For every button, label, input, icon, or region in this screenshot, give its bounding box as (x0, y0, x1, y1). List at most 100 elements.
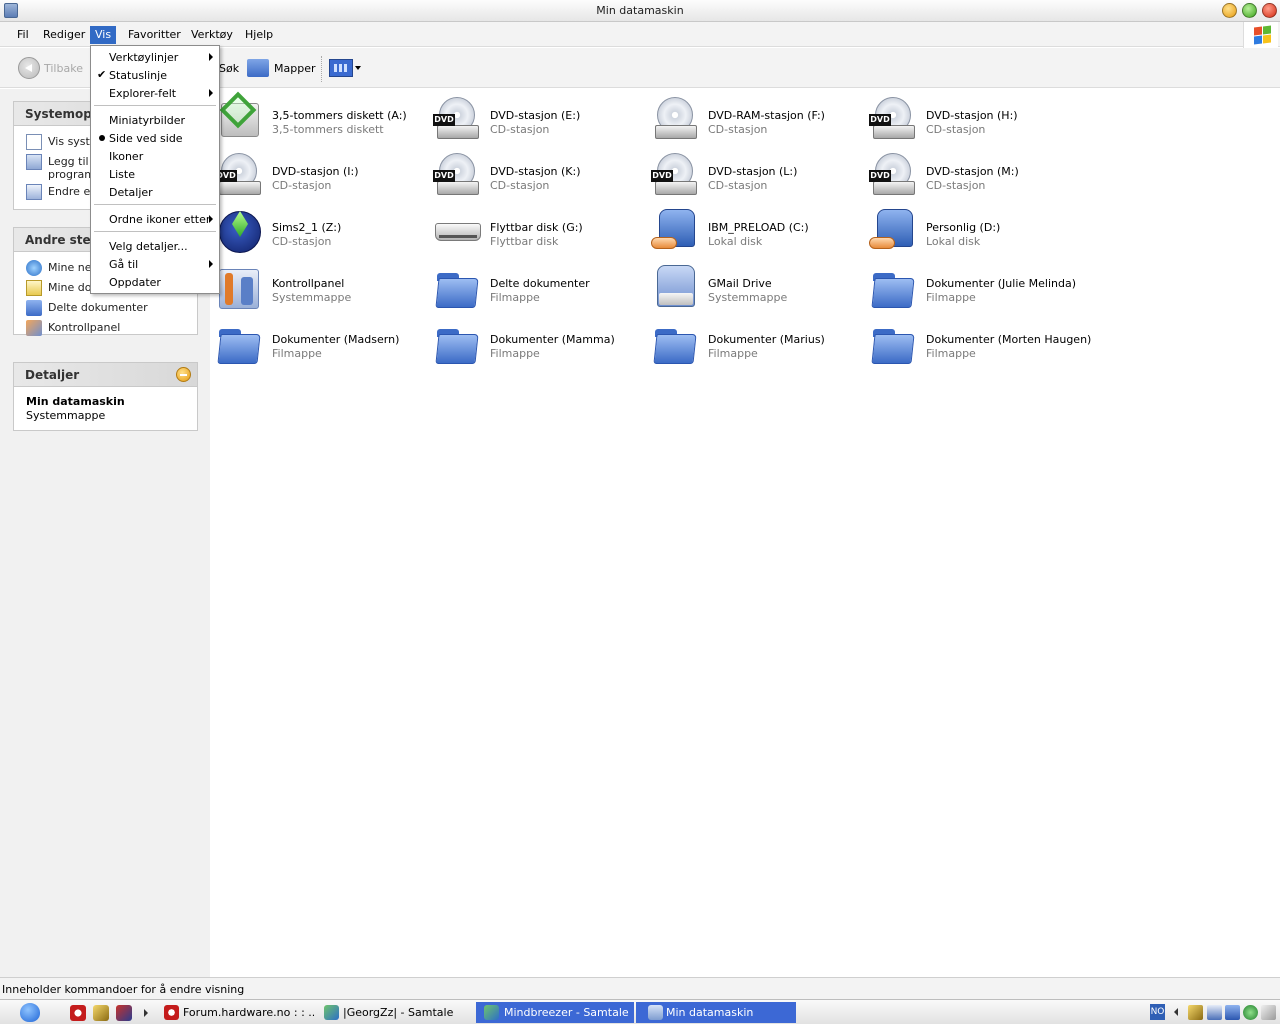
item-type: Filmappe (926, 291, 976, 304)
view-menu-item[interactable]: Ordne ikoner etter (92, 210, 218, 228)
drive-item[interactable]: Delte dokumenter Filmappe (433, 263, 643, 317)
folder-icon (869, 263, 917, 311)
folder-icon (215, 319, 263, 367)
window-title: Min datamaskin (596, 4, 684, 17)
toolbar-separator (321, 56, 322, 82)
close-button[interactable] (1262, 3, 1277, 18)
item-type: Lokal disk (708, 235, 763, 248)
status-text: Inneholder kommandoer for å endre visnin… (2, 983, 245, 996)
drive-item[interactable]: DVD-RAM-stasjon (F:) CD-stasjon (651, 95, 861, 149)
menu-hjelp[interactable]: Hjelp (240, 26, 278, 44)
drive-item[interactable]: DVD DVD-stasjon (L:) CD-stasjon (651, 151, 861, 205)
other-places-title: Andre sted (25, 233, 100, 247)
tray-globe-icon[interactable] (1243, 1005, 1258, 1020)
system-info-icon (26, 134, 42, 150)
folder-icon (433, 319, 481, 367)
view-menu-item[interactable]: Liste (92, 165, 218, 183)
views-dropdown-arrow-icon[interactable] (355, 66, 361, 70)
view-menu-item[interactable]: Detaljer (92, 183, 218, 201)
task-label: |GeorgZz| - Samtale (343, 1006, 454, 1019)
dvd-drive-icon: DVD (433, 95, 481, 143)
tray-tools-icon[interactable] (1188, 1005, 1203, 1020)
view-menu-item[interactable]: Ikoner (92, 147, 218, 165)
language-indicator[interactable]: NO (1150, 1004, 1165, 1020)
taskbar-task-min-datamaskin[interactable]: Min datamaskin (636, 1002, 796, 1023)
item-type: CD-stasjon (272, 235, 332, 248)
start-icon[interactable] (20, 1003, 40, 1022)
drive-item[interactable]: Flyttbar disk (G:) Flyttbar disk (433, 207, 643, 261)
drive-item[interactable]: 3,5-tommers diskett (A:) 3,5-tommers disk… (215, 91, 425, 149)
search-button[interactable]: Søk (219, 62, 239, 75)
tray-expand-icon[interactable] (1174, 1008, 1178, 1016)
menu-separator (94, 204, 216, 205)
menu-rediger[interactable]: Rediger (38, 26, 90, 44)
floppy-icon (215, 91, 263, 143)
drive-item[interactable]: DVD DVD-stasjon (K:) CD-stasjon (433, 151, 643, 205)
drive-item[interactable]: Personlig (D:) Lokal disk (869, 207, 1079, 261)
maximize-button[interactable] (1242, 3, 1257, 18)
drive-item[interactable]: DVD DVD-stasjon (I:) CD-stasjon (215, 151, 425, 205)
item-name: Dokumenter (Madsern) (272, 333, 400, 346)
drive-item[interactable]: Kontrollpanel Systemmappe (215, 263, 425, 317)
view-menu-item[interactable]: ✔ Statuslinje (92, 66, 218, 84)
item-name: DVD-stasjon (E:) (490, 109, 581, 122)
item-name: IBM_PRELOAD (C:) (708, 221, 809, 234)
drive-item[interactable]: Dokumenter (Marius) Filmappe (651, 319, 861, 373)
drive-item[interactable]: Dokumenter (Madsern) Filmappe (215, 319, 425, 373)
details-header[interactable]: Detaljer (14, 363, 197, 387)
view-menu-item[interactable]: Explorer-felt (92, 84, 218, 102)
drive-item[interactable]: DVD DVD-stasjon (M:) CD-stasjon (869, 151, 1079, 205)
view-menu-item[interactable]: Gå til (92, 255, 218, 273)
tray-security-icon[interactable] (1207, 1005, 1222, 1020)
taskbar-task-georgzz[interactable]: |GeorgZz| - Samtale (324, 1002, 474, 1023)
quicklaunch-expand-icon[interactable] (144, 1009, 148, 1017)
messenger-icon (484, 1005, 499, 1020)
opera-icon (164, 1005, 179, 1020)
view-menu-item-label: Oppdater (109, 276, 161, 289)
back-button[interactable]: Tilbake (16, 57, 86, 79)
taskbar-task-mindbreezer[interactable]: Mindbreezer - Samtale (476, 1002, 634, 1023)
minimize-button[interactable] (1222, 3, 1237, 18)
menu-favoritter[interactable]: Favoritter (123, 26, 186, 44)
drive-item[interactable]: Dokumenter (Julie Melinda) Filmappe (869, 263, 1079, 317)
menu-verktoy[interactable]: Verktøy (186, 26, 238, 44)
place-link-label: Delte dokumenter (48, 301, 148, 314)
drive-item[interactable]: Dokumenter (Mamma) Filmappe (433, 319, 643, 373)
tray-network-icon[interactable] (1225, 1005, 1240, 1020)
collapse-icon[interactable] (176, 367, 191, 382)
documents-icon (26, 280, 42, 296)
sims-disc-icon (215, 207, 263, 255)
item-type: Filmappe (708, 347, 758, 360)
opera-icon[interactable] (70, 1005, 86, 1021)
views-button[interactable] (329, 59, 353, 77)
view-menu-item[interactable]: Miniatyrbilder (92, 111, 218, 129)
view-menu: Verktøylinjer ✔ Statuslinje Explorer-felt Mi… (90, 45, 220, 294)
drive-item[interactable]: Sims2_1 (Z:) CD-stasjon (215, 207, 425, 261)
view-menu-item[interactable]: Side ved side (92, 129, 218, 147)
drive-item[interactable]: IBM_PRELOAD (C:) Lokal disk (651, 207, 861, 261)
drive-item[interactable]: GMail Drive Systemmappe (651, 263, 861, 317)
menu-fil[interactable]: Fil (12, 26, 34, 44)
status-bar: Inneholder kommandoer for å endre visnin… (0, 977, 1280, 999)
view-menu-item-label: Statuslinje (109, 69, 167, 82)
taskbar-task-forum[interactable]: Forum.hardware.no : : ... (164, 1002, 314, 1023)
task-link-label: program (48, 168, 95, 181)
tray-app-icon[interactable] (1261, 1005, 1276, 1020)
view-menu-item[interactable]: Velg detaljer... (92, 237, 218, 255)
item-name: DVD-stasjon (H:) (926, 109, 1018, 122)
drive-item[interactable]: DVD DVD-stasjon (E:) CD-stasjon (433, 95, 643, 149)
item-type: CD-stasjon (708, 123, 768, 136)
view-menu-item[interactable]: Oppdater (92, 273, 218, 291)
computer-icon (648, 1005, 663, 1020)
drive-item[interactable]: Dokumenter (Morten Haugen) Filmappe (869, 319, 1091, 373)
view-menu-item-label: Gå til (109, 258, 139, 271)
tools-icon[interactable] (93, 1005, 109, 1021)
item-name: GMail Drive (708, 277, 772, 290)
place-link-label: Kontrollpanel (48, 321, 121, 334)
item-type: CD-stasjon (272, 179, 332, 192)
view-menu-item[interactable]: Verktøylinjer (92, 48, 218, 66)
app-icon[interactable] (116, 1005, 132, 1021)
drive-item[interactable]: DVD DVD-stasjon (H:) CD-stasjon (869, 95, 1079, 149)
menu-vis[interactable]: Vis (90, 26, 117, 44)
item-name: Dokumenter (Julie Melinda) (926, 277, 1076, 290)
